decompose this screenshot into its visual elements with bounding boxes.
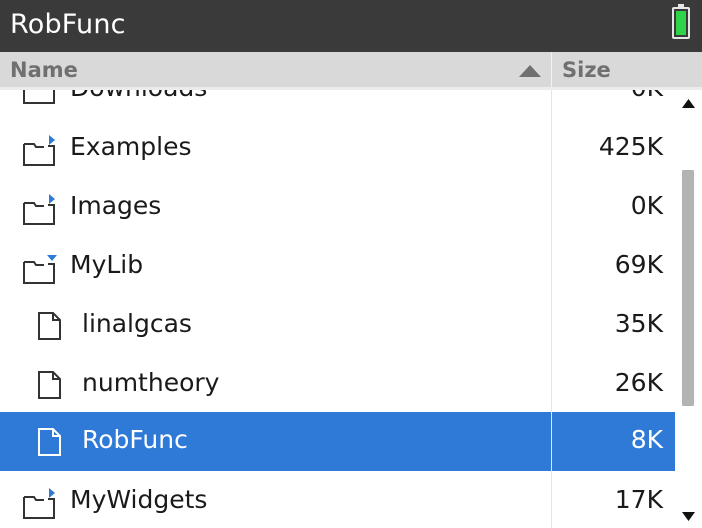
scroll-up-arrow-icon[interactable]	[681, 98, 696, 109]
sort-up-triangle-icon[interactable]	[518, 64, 542, 78]
battery-full-icon	[672, 4, 690, 39]
column-header: Name Size	[0, 52, 702, 90]
scrollbar-thumb[interactable]	[682, 170, 694, 406]
list-item-label: linalgcas	[82, 309, 192, 338]
scrollbar[interactable]	[675, 90, 702, 528]
list-item-linalgcas[interactable]: linalgcas 35K	[0, 296, 675, 355]
list-item-size: 8K	[630, 425, 663, 454]
folder-closed-icon	[23, 90, 55, 104]
list-item-size: 425K	[598, 132, 663, 161]
list-item-downloads[interactable]: Downloads 0K	[0, 90, 675, 119]
name-column-header[interactable]: Name	[10, 58, 78, 82]
list-item-numtheory[interactable]: numtheory 26K	[0, 355, 675, 414]
scroll-down-arrow-icon[interactable]	[681, 511, 696, 522]
title-bar: RobFunc	[0, 0, 702, 52]
list-item-size: 0K	[631, 90, 663, 103]
list-item-mylib[interactable]: MyLib 69K	[0, 237, 675, 296]
list-item-label: Downloads	[70, 90, 207, 103]
folder-closed-icon	[23, 488, 55, 519]
list-item-label: Examples	[70, 132, 192, 161]
window-title: RobFunc	[10, 9, 126, 40]
list-item-label: numtheory	[82, 368, 220, 397]
list-item-robfunc[interactable]: RobFunc 8K	[0, 412, 675, 471]
file-list: Downloads 0K Examples 425K Images 0K MyL…	[0, 90, 675, 528]
list-item-size: 26K	[614, 368, 663, 397]
document-icon	[38, 371, 61, 399]
folder-open-icon	[23, 255, 57, 284]
list-item-size: 17K	[614, 485, 663, 514]
list-item-label: RobFunc	[82, 425, 188, 454]
folder-closed-icon	[23, 135, 55, 166]
folder-closed-icon	[23, 194, 55, 225]
list-item-label: MyWidgets	[70, 485, 208, 514]
size-column-header[interactable]: Size	[562, 58, 611, 82]
document-icon	[38, 428, 61, 456]
list-item-size: 0K	[630, 191, 663, 220]
list-item-label: Images	[70, 191, 162, 220]
document-icon	[38, 312, 61, 340]
list-item-images[interactable]: Images 0K	[0, 178, 675, 237]
list-item-mywidgets[interactable]: MyWidgets 17K	[0, 472, 675, 528]
list-item-examples[interactable]: Examples 425K	[0, 119, 675, 178]
list-item-size: 35K	[614, 309, 663, 338]
list-item-label: MyLib	[70, 250, 144, 279]
list-item-size: 69K	[614, 250, 663, 279]
